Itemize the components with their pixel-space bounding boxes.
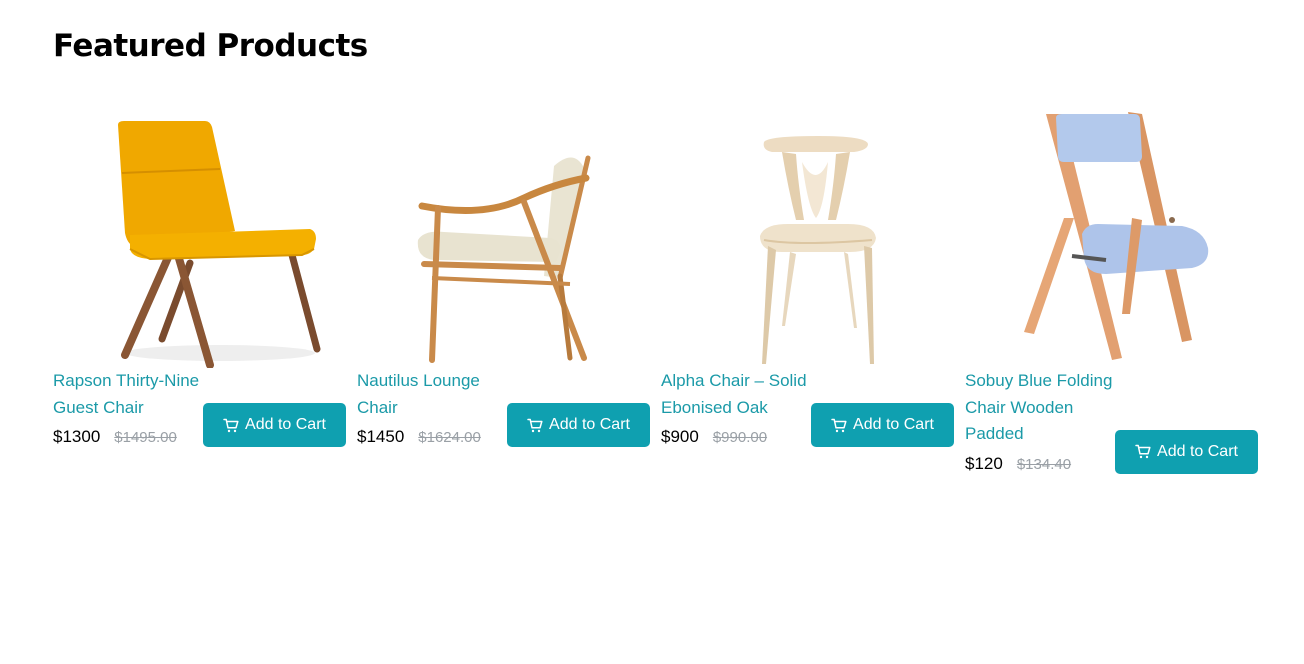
lounge-chair-image (417, 155, 590, 363)
product-card: Sobuy Blue Folding Chair Wooden Padded $… (965, 98, 1258, 538)
cart-icon (1135, 444, 1151, 459)
product-price: $900 (661, 427, 699, 446)
product-card: Alpha Chair – Solid Ebonised Oak $900 $9… (661, 98, 954, 538)
product-card: Nautilus Lounge Chair $1450 $1624.00 Add… (357, 98, 650, 538)
product-card: Rapson Thirty-Nine Guest Chair $1300 $14… (53, 98, 346, 538)
product-name-link[interactable]: Rapson Thirty-Nine Guest Chair (53, 368, 203, 421)
product-old-price: $1495.00 (114, 429, 177, 446)
cart-icon (223, 418, 239, 433)
add-to-cart-label: Add to Cart (245, 416, 326, 433)
cart-icon (831, 418, 847, 433)
product-grid: Rapson Thirty-Nine Guest Chair $1300 $14… (53, 98, 1258, 538)
product-image[interactable] (53, 98, 346, 368)
product-image[interactable] (965, 98, 1258, 368)
alpha-chair-image (759, 136, 876, 364)
yellow-chair-image (117, 121, 320, 368)
product-image[interactable] (661, 98, 954, 368)
add-to-cart-button[interactable]: Add to Cart (203, 403, 346, 447)
add-to-cart-button[interactable]: Add to Cart (811, 403, 954, 447)
cart-icon (527, 418, 543, 433)
folding-chair-image (1023, 112, 1208, 360)
product-name-link[interactable]: Sobuy Blue Folding Chair Wooden Padded (965, 368, 1115, 448)
product-price: $120 (965, 453, 1003, 473)
add-to-cart-label: Add to Cart (853, 416, 934, 433)
product-old-price: $990.00 (712, 429, 768, 446)
add-to-cart-label: Add to Cart (549, 416, 630, 433)
add-to-cart-button[interactable]: Add to Cart (1115, 429, 1258, 474)
add-to-cart-label: Add to Cart (1157, 442, 1238, 460)
product-old-price: $1624.00 (418, 429, 481, 446)
product-image[interactable] (357, 98, 650, 368)
product-price: $1300 (53, 427, 101, 446)
product-old-price: $134.40 (1016, 455, 1072, 473)
product-name-link[interactable]: Nautilus Lounge Chair (357, 368, 507, 421)
add-to-cart-button[interactable]: Add to Cart (507, 403, 650, 447)
product-name-link[interactable]: Alpha Chair – Solid Ebonised Oak (661, 368, 811, 421)
product-price: $1450 (357, 427, 405, 446)
page-title: Featured Products (53, 28, 368, 64)
